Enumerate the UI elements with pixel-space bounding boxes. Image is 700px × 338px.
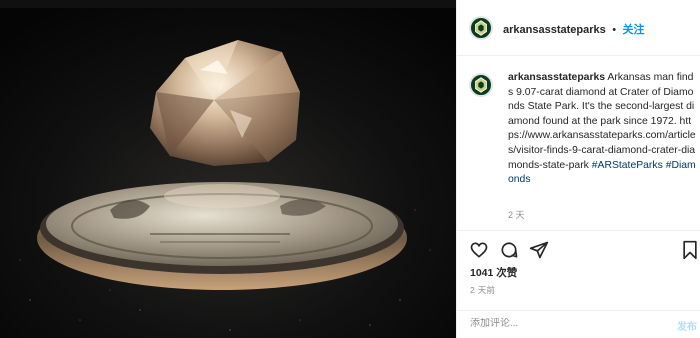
coin	[37, 182, 407, 290]
post-photo[interactable]	[0, 0, 456, 338]
caption-text: Arkansas man finds 9.07-carat diamond at…	[508, 72, 696, 171]
post-side-panel: arkansasstateparks • 关注 arkansasstatepar…	[456, 0, 700, 338]
post-comment-button[interactable]: 发布	[677, 318, 697, 333]
caption-time: 2 天	[508, 210, 525, 220]
bookmark-icon[interactable]	[681, 240, 699, 260]
arkansas-state-parks-logo-icon	[475, 77, 487, 93]
follow-button[interactable]: 关注	[623, 24, 645, 36]
header-separator: •	[612, 24, 617, 36]
hashtag-link[interactable]: #ARStateParks	[592, 160, 663, 171]
header-username[interactable]: arkansasstateparks	[503, 24, 606, 36]
caption-username[interactable]: arkansasstateparks	[508, 72, 605, 83]
action-bar: 1041 次赞 2 天前	[457, 230, 700, 310]
like-count[interactable]: 1041 次赞	[470, 265, 517, 280]
caption-avatar[interactable]	[469, 73, 493, 97]
share-icon[interactable]	[529, 240, 549, 260]
avatar[interactable]	[469, 16, 493, 40]
heart-icon[interactable]	[469, 240, 489, 260]
post-caption: arkansasstateparks Arkansas man finds 9.…	[508, 71, 696, 188]
comment-input[interactable]	[470, 318, 640, 329]
post-header: arkansasstateparks • 关注	[457, 0, 700, 56]
post-time-ago[interactable]: 2 天前	[470, 284, 495, 296]
comment-bar: 发布	[457, 310, 700, 338]
arkansas-state-parks-logo-icon	[475, 20, 487, 36]
comment-icon[interactable]	[499, 240, 519, 260]
instagram-post: arkansasstateparks • 关注 arkansasstatepar…	[0, 0, 700, 338]
diamond-photo-image	[0, 0, 456, 338]
header-user: arkansasstateparks • 关注	[503, 20, 645, 38]
